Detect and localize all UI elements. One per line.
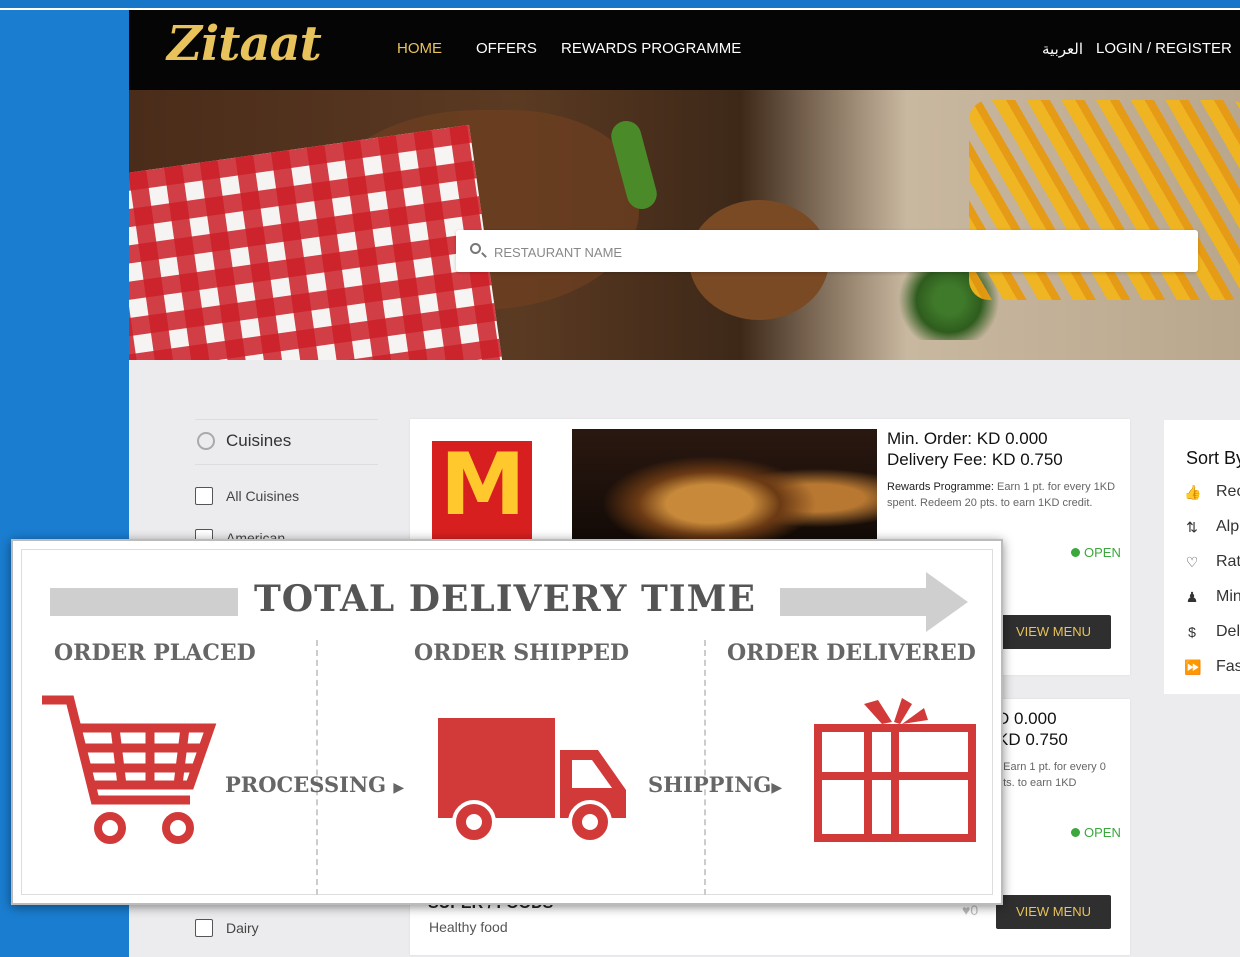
arrow-shaft-left [50,588,238,616]
min-order: Min. Order: KD 0.000 [887,429,1048,448]
restaurant-photo [572,429,877,544]
restaurant-info: Min. Order: KD 0.000 Delivery Fee: KD 0.… [887,428,1117,511]
dollar-icon: $ [1188,624,1196,640]
restaurant-logo[interactable]: M [432,435,532,541]
delivery-truck-icon [438,718,626,844]
stage-order-delivered: ORDER DELIVERED [727,640,976,666]
flow-label: PROCESSING [225,772,387,797]
status-dot-icon [1071,828,1080,837]
restaurant-info: D 0.000 KD 0.750 : Earn 1 pt. for every … [997,708,1107,791]
thumbs-up-icon: 👍 [1184,484,1202,500]
plate-icon [197,432,215,450]
stage-order-placed: ORDER PLACED [54,640,256,666]
sort-label: Alp [1216,518,1240,535]
sort-label: Del [1216,623,1240,640]
sort-label: Rec [1216,483,1240,500]
sort-label: Rat [1216,553,1240,570]
site-logo[interactable]: Zitaat [167,16,322,72]
nav-login-register[interactable]: LOGIN / REGISTER [1096,40,1232,57]
nav-rewards[interactable]: REWARDS PROGRAMME [561,40,741,57]
checkbox[interactable] [195,919,213,937]
delivery-fee: KD 0.750 [997,730,1068,749]
logo-letter: M [440,435,526,535]
divider [316,640,318,895]
hero-banner [129,90,1240,360]
play-arrow-icon: ▶ [393,780,405,796]
hero-tablecloth-image [129,124,506,360]
flow-processing: PROCESSING ▶ [225,772,404,797]
arrow-head-icon [926,572,968,632]
sort-panel: Sort By 👍 Rec ⇅ Alp ♡ Rat ♟ Min $ Del ⏩ Fas [1164,420,1240,694]
status-text: OPEN [1084,545,1121,560]
window-top-border [0,0,1240,10]
gift-box-icon [814,698,976,842]
search-icon [470,243,481,254]
nav-language[interactable]: العربية [1042,40,1083,58]
cuisine-label: Dairy [226,920,259,936]
user-icon: ♟ [1185,589,1199,605]
rewards-label: Rewards Programme: [887,481,994,493]
status-badge: OPEN [1071,825,1121,840]
view-menu-button[interactable]: VIEW MENU [996,615,1111,649]
view-menu-button[interactable]: VIEW MENU [996,895,1111,929]
flow-shipping: SHIPPING▶ [648,772,782,797]
infographic-title: TOTAL DELIVERY TIME [254,578,756,620]
cuisines-header: Cuisines [195,419,378,465]
min-order: D 0.000 [997,709,1057,728]
restaurant-search-input[interactable] [492,230,1186,274]
top-nav: Zitaat HOME OFFERS REWARDS PROGRAMME الع… [129,10,1240,90]
cuisines-title: Cuisines [226,431,292,450]
sort-label: Min [1216,588,1240,605]
sort-alpha-icon: ⇅ [1186,519,1198,535]
arrow-shaft-right [780,588,930,616]
stage-order-shipped: ORDER SHIPPED [414,640,630,666]
rewards-text: : Earn 1 pt. for every 0 pts. to earn 1K… [997,761,1106,789]
heart-icon: ♡ [1185,554,1199,570]
nav-offers[interactable]: OFFERS [476,40,537,57]
sort-label: Fas [1216,658,1240,675]
infographic-frame: TOTAL DELIVERY TIME ORDER PLACED ORDER S… [21,549,993,895]
restaurant-search[interactable] [456,230,1198,274]
rewards-note: Rewards Programme: Earn 1 pt. for every … [887,479,1117,511]
flow-label: SHIPPING [648,772,772,797]
nav-home[interactable]: HOME [397,40,442,57]
checkbox[interactable] [195,487,213,505]
cuisine-label: All Cuisines [226,488,300,504]
divider [704,640,706,895]
shopping-cart-icon [42,695,217,844]
delivery-fee: Delivery Fee: KD 0.750 [887,450,1063,469]
status-badge: OPEN [1071,545,1121,560]
status-text: OPEN [1084,825,1121,840]
status-dot-icon [1071,548,1080,557]
delivery-time-infographic: TOTAL DELIVERY TIME ORDER PLACED ORDER S… [11,539,1003,905]
fast-forward-icon: ⏩ [1184,659,1202,675]
play-arrow-icon: ▶ [771,780,783,796]
restaurant-subtitle: Healthy food [429,919,508,935]
sort-title: Sort By [1186,448,1240,468]
